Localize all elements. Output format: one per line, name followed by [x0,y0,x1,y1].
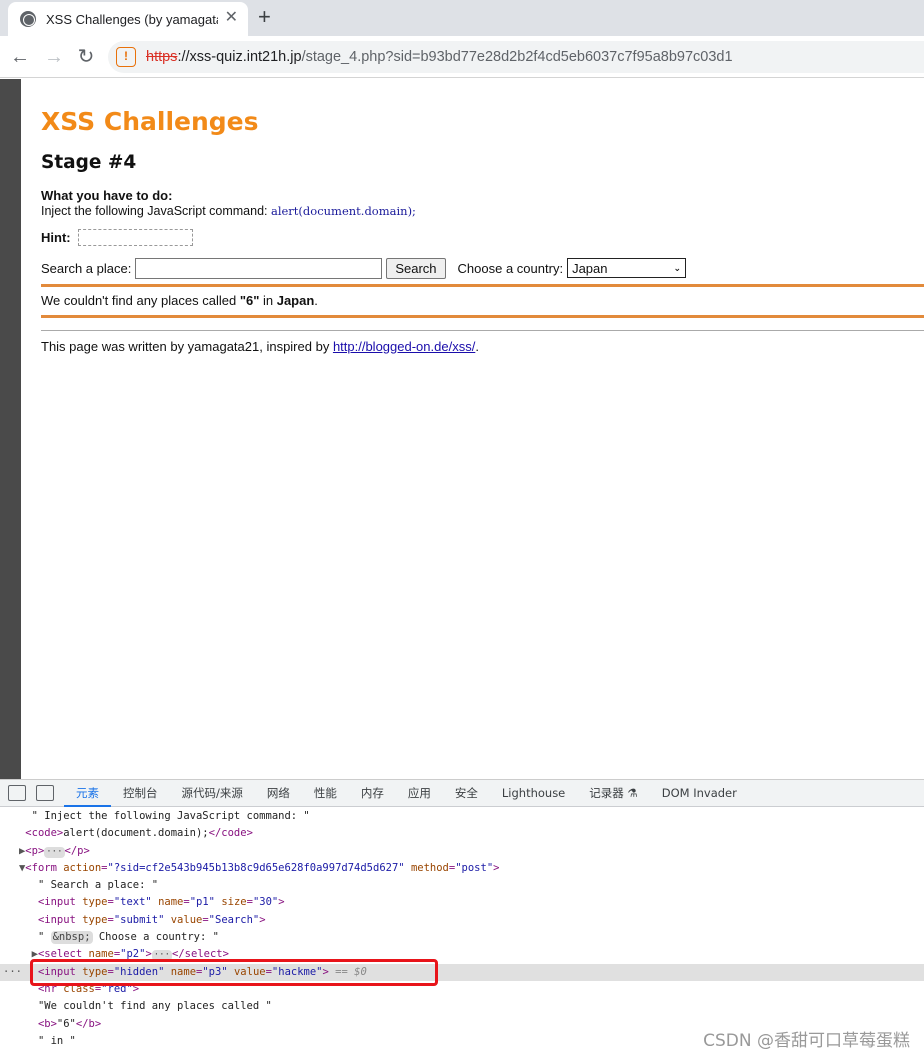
browser-toolbar: ← → ↻ ! https://xss-quiz.int21h.jp/stage… [0,36,924,78]
chevron-down-icon: ⌄ [673,262,682,273]
tab-security[interactable]: 安全 [443,780,490,807]
tab-console[interactable]: 控制台 [111,780,170,807]
tree-line[interactable]: <input type="text" name="p1" size="30"> [0,894,924,911]
country-select[interactable]: Japan ⌄ [567,258,687,278]
tab-title: XSS Challenges (by yamagata [46,11,218,27]
device-toolbar-icon[interactable] [36,785,54,801]
tab-memory[interactable]: 内存 [349,780,396,807]
globe-icon [20,11,36,27]
blogged-on-link[interactable]: http://blogged-on.de/xss/ [333,339,475,354]
reload-icon[interactable]: ↻ [72,43,100,71]
inject-code: alert(document.domain); [270,204,416,218]
address-bar[interactable]: ! https://xss-quiz.int21h.jp/stage_4.php… [108,41,924,73]
tree-line[interactable]: ▼<form action="?sid=cf2e543b945b13b8c9d6… [0,860,924,877]
search-form: Search a place: Search Choose a country:… [41,257,687,279]
url-text[interactable]: https://xss-quiz.int21h.jp/stage_4.php?s… [146,49,733,65]
tree-line[interactable]: <input type="submit" value="Search"> [0,912,924,929]
browser-tab[interactable]: XSS Challenges (by yamagata ✕ [8,2,248,36]
plus-icon[interactable]: + [258,5,271,29]
highlight-annotation [30,959,438,986]
grey-divider [41,330,924,331]
tree-line[interactable]: "We couldn't find any places called " [0,998,924,1015]
watermark: CSDN @香甜可口草莓蛋糕 [703,1031,910,1051]
back-icon[interactable]: ← [6,43,34,71]
page-viewport: XSS Challenges Stage #4 What you have to… [0,79,924,779]
forward-icon[interactable]: → [40,43,68,71]
tab-lighthouse[interactable]: Lighthouse [490,780,577,807]
left-gutter [0,79,21,779]
orange-divider-top [41,284,924,287]
tab-dom-invader[interactable]: DOM Invader [650,780,749,807]
tree-line[interactable]: " Inject the following JavaScript comman… [0,808,924,825]
inject-instruction: Inject the following JavaScript command:… [41,204,416,218]
not-secure-icon[interactable]: ! [116,47,136,67]
tab-application[interactable]: 应用 [396,780,443,807]
devtools-tabbar: 元素 控制台 源代码/来源 网络 性能 内存 应用 安全 Lighthouse … [0,780,924,807]
ellipsis-icon[interactable]: ··· [44,846,65,858]
inspect-element-icon[interactable] [8,785,26,801]
search-button[interactable]: Search [386,257,446,279]
tab-performance[interactable]: 性能 [302,780,349,807]
hint-box[interactable] [78,229,193,246]
search-label: Search a place: [41,260,132,276]
hint-label: Hint: [41,230,71,245]
tab-elements[interactable]: 元素 [64,780,111,807]
elements-tree: " Inject the following JavaScript comman… [0,808,924,1050]
tree-line[interactable]: ▶<p> ··· </p> [0,843,924,860]
page-footer: This page was written by yamagata21, ins… [41,339,479,354]
tree-line[interactable]: <code>alert(document.domain);</code> [0,825,924,842]
orange-divider-bottom [41,315,924,318]
search-input[interactable] [135,257,383,279]
close-icon[interactable]: ✕ [225,10,238,26]
todo-label: What you have to do: [41,188,173,203]
tree-line[interactable]: " Search a place: " [0,877,924,894]
tab-network[interactable]: 网络 [255,780,302,807]
more-options-icon[interactable]: ··· [3,964,22,981]
result-message: We couldn't find any places called "6" i… [41,293,318,308]
page-title: XSS Challenges [41,107,259,136]
tab-sources[interactable]: 源代码/来源 [170,780,255,807]
tree-line[interactable]: " &nbsp; Choose a country: " [0,929,924,946]
tab-recorder[interactable]: 记录器 ⚗ [577,780,649,807]
country-label: Choose a country: [457,260,564,276]
stage-heading: Stage #4 [41,152,137,173]
devtools-panel: 元素 控制台 源代码/来源 网络 性能 内存 应用 安全 Lighthouse … [0,779,924,1058]
tab-strip: XSS Challenges (by yamagata ✕ + [0,0,924,36]
